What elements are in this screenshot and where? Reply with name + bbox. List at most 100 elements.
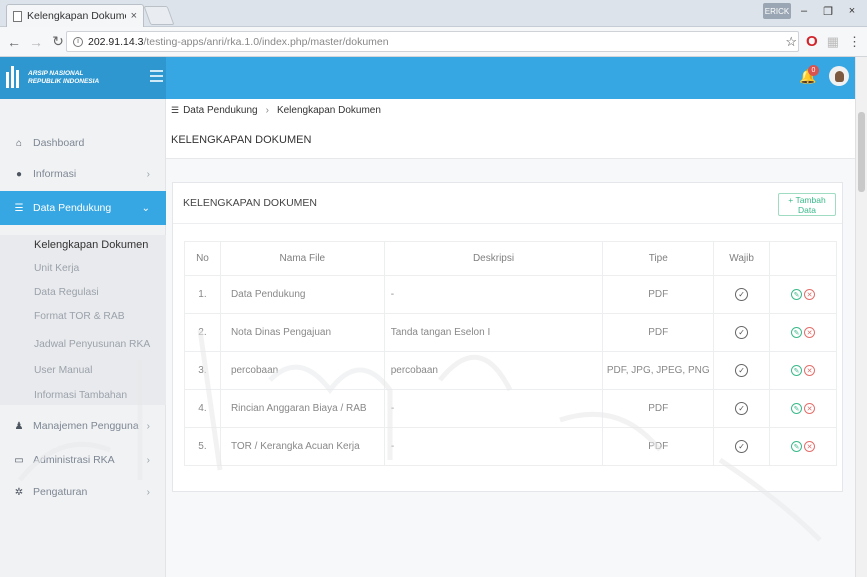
documents-panel: KELENGKAPAN DOKUMEN + Tambah Data No Nam… [172, 182, 843, 492]
avatar[interactable] [829, 66, 849, 86]
breadcrumb-separator-icon: › [265, 105, 269, 116]
cell-no: 4. [184, 389, 221, 428]
cell-file: Nota Dinas Pengajuan [219, 313, 385, 352]
app-header: ARSIP NASIONAL REPUBLIK INDONESIA 🔔 0 [0, 57, 855, 99]
edit-icon[interactable]: ✎ [791, 327, 803, 339]
reload-icon[interactable]: ↻ [50, 33, 66, 50]
browser-menu-icon[interactable]: ⋮ [848, 34, 861, 50]
panel-title: KELENGKAPAN DOKUMEN [183, 197, 318, 209]
info-icon: ● [15, 168, 23, 180]
browser-actions: ☆ O ▦ ⋮ [785, 33, 861, 50]
minimize-icon[interactable]: – [793, 3, 815, 19]
page-scrollbar[interactable] [855, 57, 867, 577]
cell-no: 5. [184, 427, 221, 466]
check-circle-icon: ✓ [735, 402, 749, 415]
chevron-down-icon: ⌄ [141, 202, 150, 214]
check-circle-icon: ✓ [735, 440, 749, 453]
check-circle-icon: ✓ [735, 326, 749, 339]
window-close-icon[interactable]: × [841, 3, 863, 19]
panel-header: KELENGKAPAN DOKUMEN + Tambah Data [173, 183, 842, 224]
cell-actions: ✎ ✕ [769, 351, 837, 390]
url-input[interactable]: i 202.91.14.3/testing-apps/anri/rka.1.0/… [66, 31, 799, 52]
main-content: ☰ Data Pendukung › Kelengkapan Dokumen K… [166, 99, 855, 577]
sidebar-item-informasi[interactable]: ● Informasi › [0, 157, 166, 191]
edit-icon[interactable]: ✎ [791, 289, 803, 301]
table-header-row: No Nama File Deskripsi Tipe Wajib [184, 241, 837, 276]
page-title: KELENGKAPAN DOKUMEN [171, 134, 312, 146]
opera-icon[interactable]: O [806, 33, 818, 50]
breadcrumb-parent[interactable]: Data Pendukung [183, 105, 258, 116]
delete-icon[interactable]: ✕ [804, 327, 816, 339]
browser-profile-chip[interactable]: ERICK [763, 3, 791, 19]
cell-no: 3. [184, 351, 221, 390]
chevron-right-icon: › [146, 420, 150, 432]
submenu-item-kelengkapan-dokumen[interactable]: Kelengkapan Dokumen [34, 239, 148, 251]
brand[interactable]: ARSIP NASIONAL REPUBLIK INDONESIA [0, 57, 166, 99]
sidebar-item-data-pendukung[interactable]: ☰ Data Pendukung ⌄ [0, 191, 166, 225]
sidebar-item-pengaturan[interactable]: ✲ Pengaturan › [0, 475, 166, 509]
back-icon[interactable]: ← [6, 34, 22, 50]
submenu-item-unit-kerja[interactable]: Unit Kerja [34, 263, 79, 274]
home-icon: ⌂ [15, 137, 23, 149]
address-bar: ← → ↻ i 202.91.14.3/testing-apps/anri/rk… [0, 27, 867, 57]
cell-file: Data Pendukung [219, 275, 385, 314]
delete-icon[interactable]: ✕ [804, 289, 816, 301]
submenu-item-user-manual[interactable]: User Manual [34, 365, 92, 376]
edit-icon[interactable]: ✎ [791, 441, 803, 453]
delete-icon[interactable]: ✕ [804, 441, 816, 453]
sidebar-item-administrasi-rka[interactable]: ▭ Administrasi RKA › [0, 443, 166, 477]
cell-actions: ✎ ✕ [769, 275, 837, 314]
table-row: 5. TOR / Kerangka Acuan Kerja - PDF ✓ ✎ ✕ [184, 427, 837, 466]
submenu-item-data-regulasi[interactable]: Data Regulasi [34, 287, 99, 298]
new-tab-button[interactable] [143, 6, 175, 25]
bookmark-star-icon[interactable]: ☆ [785, 34, 797, 50]
delete-icon[interactable]: ✕ [804, 365, 816, 377]
cell-actions: ✎ ✕ [769, 313, 837, 352]
scrollbar-thumb[interactable] [858, 112, 865, 192]
sidebar-item-label: Dashboard [33, 137, 85, 149]
cell-description: Tanda tangan Eselon I [383, 313, 604, 352]
forward-icon[interactable]: → [28, 34, 44, 50]
browser-tab[interactable]: Kelengkapan Dokumen × [6, 4, 144, 27]
sidebar-item-label: Pengaturan [33, 486, 88, 498]
extension-icon[interactable]: ▦ [827, 34, 839, 50]
sidebar-item-manajemen-pengguna[interactable]: ♟ Manajemen Pengguna › [0, 409, 166, 443]
edit-icon[interactable]: ✎ [791, 365, 803, 377]
chevron-right-icon: › [146, 168, 150, 180]
sidebar-item-label: Informasi [33, 168, 77, 180]
sidebar-item-dashboard[interactable]: ⌂ Dashboard [0, 126, 166, 160]
documents-table: No Nama File Deskripsi Tipe Wajib 1. Dat… [184, 241, 837, 466]
column-header-description: Deskripsi [383, 241, 604, 276]
brand-name: ARSIP NASIONAL REPUBLIK INDONESIA [28, 70, 99, 86]
url-host: 202.91.14.3 [88, 35, 144, 48]
tab-close-icon[interactable]: × [131, 10, 137, 22]
column-header-no: No [184, 241, 221, 276]
window-controls: ERICK – ❐ × [763, 3, 863, 19]
cell-required: ✓ [713, 389, 771, 428]
add-data-button[interactable]: + Tambah Data [778, 193, 836, 216]
cell-type: PDF [602, 313, 715, 352]
cell-description: - [383, 427, 604, 466]
submenu-item-format-tor-rab[interactable]: Format TOR & RAB [34, 311, 125, 322]
site-info-icon[interactable]: i [73, 36, 83, 47]
sidebar-item-label: Administrasi RKA [33, 454, 115, 466]
table-row: 1. Data Pendukung - PDF ✓ ✎ ✕ [184, 275, 837, 314]
cell-actions: ✎ ✕ [769, 427, 837, 466]
tab-title: Kelengkapan Dokumen [27, 10, 126, 22]
cell-file: Rincian Anggaran Biaya / RAB [219, 389, 385, 428]
cell-type: PDF [602, 275, 715, 314]
browser-tab-bar: Kelengkapan Dokumen × ERICK – ❐ × [0, 0, 867, 27]
notification-badge: 0 [808, 65, 819, 76]
notification-bell-icon[interactable]: 🔔 0 [799, 65, 819, 85]
header-actions: 🔔 0 [799, 65, 849, 86]
user-icon: ♟ [14, 420, 24, 432]
restore-icon[interactable]: ❐ [817, 3, 839, 19]
edit-icon[interactable]: ✎ [791, 403, 803, 415]
cell-file: TOR / Kerangka Acuan Kerja [219, 427, 385, 466]
submenu-item-jadwal-penyusunan[interactable]: Jadwal Penyusunan RKA [34, 339, 150, 350]
submenu-item-informasi-tambahan[interactable]: Informasi Tambahan [34, 390, 127, 401]
delete-icon[interactable]: ✕ [804, 403, 816, 415]
list-icon: ☰ [14, 202, 24, 214]
menu-toggle-icon[interactable] [150, 70, 163, 85]
anri-logo-icon [6, 65, 22, 91]
